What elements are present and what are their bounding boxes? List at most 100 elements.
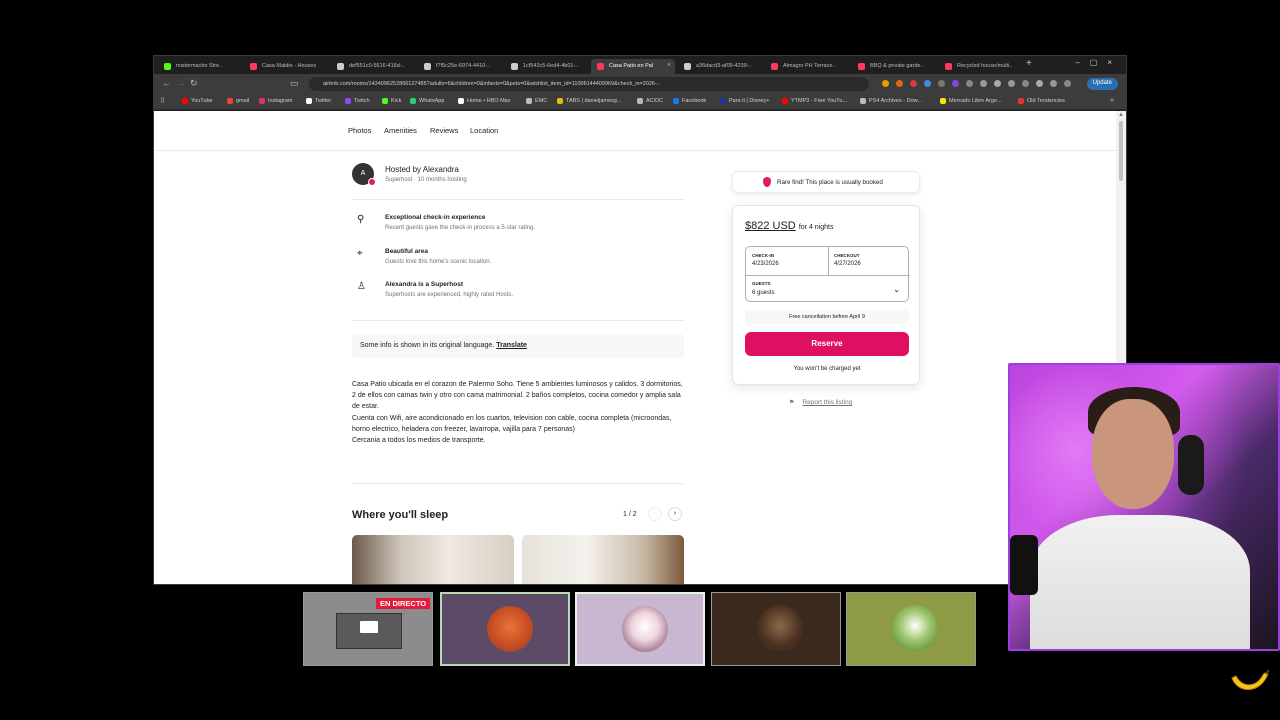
price-amount[interactable]: $822 USD [745, 220, 796, 232]
tab[interactable]: Almagro PH Terrace.. [765, 59, 849, 74]
guest-avatar [892, 605, 938, 651]
bookmark-item[interactable]: PS4 Archives - Dow... [860, 98, 922, 104]
nav-location[interactable]: Location [470, 126, 498, 135]
url-input[interactable]: airbnb.com/rooms/1434096252866127485?adu… [309, 77, 869, 91]
bookmarks-bar: ⠿ YouTube gmail Instagram Twitter Twitch… [154, 94, 1126, 110]
bedroom-photo[interactable] [522, 535, 684, 584]
checkout-field[interactable]: CHECKOUT 4/27/2026 [828, 247, 910, 275]
extension-icon[interactable] [924, 80, 931, 87]
sleep-prev-button[interactable]: ‹ [648, 507, 662, 521]
bookmark-favicon-icon [227, 98, 233, 104]
tab[interactable]: a36dacd3-af09-4239-.. [678, 59, 762, 74]
bookmark-item[interactable]: Instagram [259, 98, 292, 104]
sleep-next-button[interactable]: › [668, 507, 682, 521]
bookmark-item[interactable]: Mercado Libre Arge... [940, 98, 1002, 104]
bookmark-label: Instagram [268, 98, 293, 104]
extension-icon[interactable] [1022, 80, 1029, 87]
tab[interactable]: def551c0-5616-416d-.. [331, 59, 415, 74]
bookmark-panel-icon[interactable]: ▭ [290, 78, 299, 89]
diamond-icon [763, 177, 771, 187]
bookmark-label: gmail [236, 98, 250, 104]
headset [1178, 435, 1204, 495]
bookmark-favicon-icon [940, 98, 946, 104]
extension-icon[interactable] [882, 80, 889, 87]
reserve-button[interactable]: Reserve [745, 332, 909, 356]
price: $822 USD for 4 nights [745, 220, 833, 232]
extension-icon[interactable] [896, 80, 903, 87]
nav-photos[interactable]: Photos [348, 126, 371, 135]
scroll-up-icon[interactable]: ▲ [1118, 112, 1124, 118]
checkout-value: 4/27/2026 [834, 261, 861, 267]
listing-page: Photos Amenities Reviews Location A Host… [154, 111, 1118, 584]
tab[interactable]: f7f5c25e-6974-4410-.. [418, 59, 502, 74]
bookmark-item[interactable]: Para ti | Disney+ [720, 98, 769, 104]
tab[interactable]: Recycled house/multi.. [939, 59, 1023, 74]
bookmark-item[interactable]: Twitter [306, 98, 331, 104]
forward-icon[interactable]: → [176, 78, 185, 88]
apps-icon[interactable]: ⠿ [160, 97, 165, 105]
update-button[interactable]: Update [1086, 78, 1118, 90]
bookmark-item[interactable]: Twitch [345, 98, 370, 104]
extension-icon[interactable] [980, 80, 987, 87]
bookmark-label: YTMP3 - Free YouTu... [791, 98, 848, 104]
bookmark-item[interactable]: Kick [382, 98, 401, 104]
checkin-field[interactable]: CHECK-IN 4/23/2026 [746, 247, 828, 275]
date-guest-picker: CHECK-IN 4/23/2026 CHECKOUT 4/27/2026 GU… [745, 246, 910, 302]
tab[interactable]: Casa Maldin - Houses [244, 59, 328, 74]
bookmarks-more-icon[interactable]: » [1110, 97, 1114, 104]
tab[interactable]: 1cf542c5-6ed4-4b01-.. [505, 59, 589, 74]
extension-icon[interactable] [966, 80, 973, 87]
new-tab-icon[interactable]: + [1026, 58, 1032, 69]
bookmark-item[interactable]: Facebook [673, 98, 706, 104]
bookmark-item[interactable]: YTMP3 - Free YouTu... [782, 98, 847, 104]
bookmark-favicon-icon [526, 98, 532, 104]
chevron-down-icon[interactable]: ⌄ [893, 285, 900, 294]
bookmark-label: TABS | danieljamesg... [566, 98, 622, 104]
bookmark-item[interactable]: gmail [227, 98, 249, 104]
report-link[interactable]: Report this listing [802, 399, 852, 406]
bookmark-item[interactable]: TABS | danieljamesg... [557, 98, 621, 104]
bookmark-label: Mercado Libre Arge... [949, 98, 1002, 104]
extension-icon[interactable] [1050, 80, 1057, 87]
section-nav: Photos Amenities Reviews Location [154, 111, 1118, 151]
nav-amenities[interactable]: Amenities [384, 126, 417, 135]
extension-icon[interactable] [952, 80, 959, 87]
bookmark-item[interactable]: WhatsApp [410, 98, 444, 104]
scrollbar-thumb[interactable] [1119, 121, 1123, 181]
extension-icon[interactable] [994, 80, 1001, 87]
window-controls[interactable]: –▢× [1075, 58, 1122, 67]
tab-label: mistermacho Stre.. [176, 63, 223, 69]
tab-label: 1cf542c5-6ed4-4b01-.. [523, 63, 579, 69]
bookmark-favicon-icon [306, 98, 312, 104]
guest-tile [440, 592, 570, 666]
bookmark-favicon-icon [345, 98, 351, 104]
tab-favicon-icon [684, 63, 691, 70]
nav-reviews[interactable]: Reviews [430, 126, 458, 135]
bookmark-label: Kick [391, 98, 402, 104]
tab[interactable]: mistermacho Stre.. [158, 59, 242, 74]
bookmark-item[interactable]: Old Tendencies [1018, 98, 1065, 104]
bookmark-item[interactable]: Home • HBO Max [458, 98, 511, 104]
extension-icon[interactable] [910, 80, 917, 87]
bookmark-item[interactable]: YouTube [182, 98, 213, 104]
guests-select[interactable]: 6 guests [752, 290, 775, 296]
bookmark-item[interactable]: AC/DC [637, 98, 663, 104]
translate-link[interactable]: Translate [496, 342, 527, 349]
tab-active[interactable]: Casa Patio en Pal × [591, 59, 675, 74]
bookmark-item[interactable]: EMC [526, 98, 547, 104]
guests-label: GUESTS [752, 281, 771, 286]
tab-close-icon[interactable]: × [667, 62, 671, 69]
report-listing[interactable]: ⚑ Report this listing [789, 399, 852, 406]
extension-icon[interactable] [1036, 80, 1043, 87]
reload-icon[interactable]: ↻ [190, 78, 198, 89]
back-icon[interactable]: ← [162, 78, 171, 88]
bedroom-photo[interactable] [352, 535, 514, 584]
bookmark-favicon-icon [637, 98, 643, 104]
extension-icon[interactable] [938, 80, 945, 87]
extension-icon[interactable] [1008, 80, 1015, 87]
extension-icon[interactable] [1064, 80, 1071, 87]
bookmark-label: Old Tendencies [1027, 98, 1065, 104]
tab-favicon-icon [337, 63, 344, 70]
host-avatar[interactable]: A [352, 163, 376, 186]
tab[interactable]: BBQ & private garde.. [852, 59, 936, 74]
